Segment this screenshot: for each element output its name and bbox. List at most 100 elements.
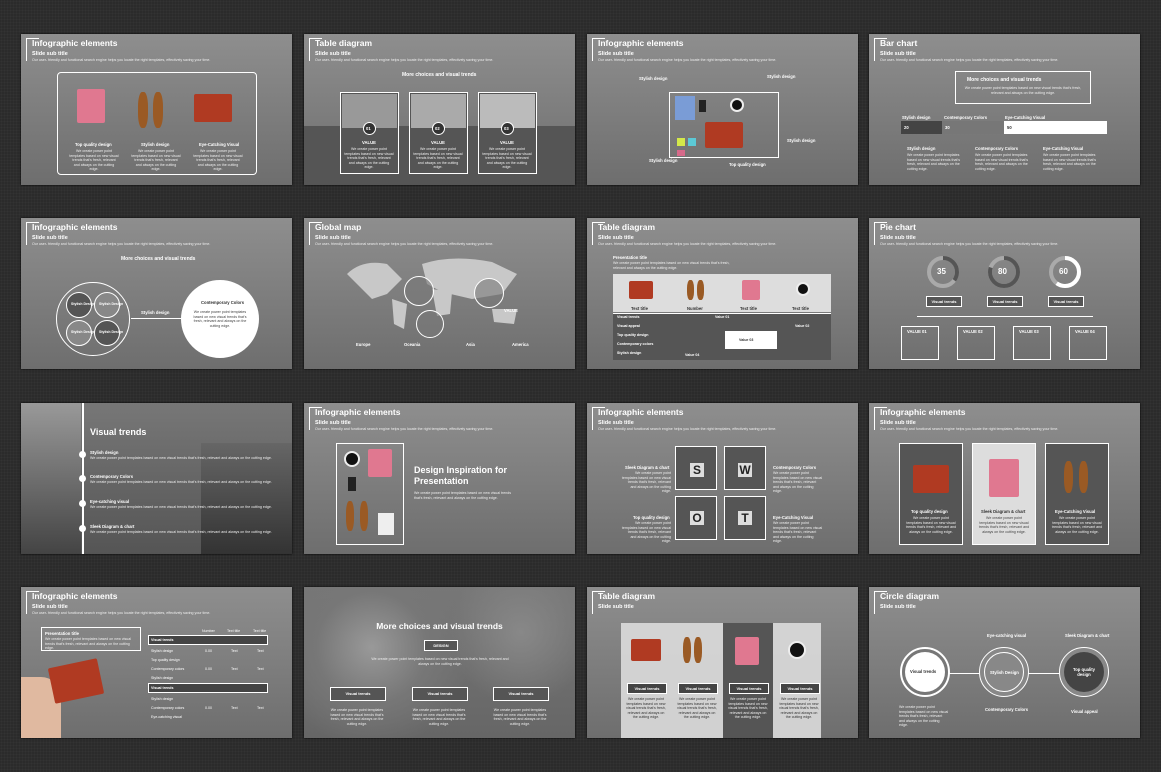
value-label: VALUE 04 [1075,329,1095,334]
row-label: Visual appeal [617,324,640,328]
slide-1[interactable]: Infographic elements Slide sub title Our… [21,34,292,185]
visual-trends-button[interactable]: Visual trends [1048,296,1084,307]
briefcase-icon [913,465,949,493]
col-header: Text title [792,306,809,311]
briefcase-icon [629,281,653,299]
slide-7[interactable]: Table diagram Slide sub title Our user- … [587,218,858,369]
row-label: Stylish design [151,697,174,701]
col-header: Text title [253,629,267,633]
shoe-icon [360,501,368,531]
slide-subtitle: Slide sub title [315,420,351,426]
slide-subtitle: Slide sub title [315,235,351,241]
outer-circle [56,282,130,356]
row-label: Stylish design [151,649,174,653]
slide-title: Global map [315,222,362,232]
col-title: Contemporary Colors [975,146,1019,151]
visual-trends-button[interactable]: Visual trends [987,296,1023,307]
value-label: VALUE 03 [1019,329,1039,334]
visual-trends-button[interactable]: Visual trends [926,296,962,307]
slide-title: Infographic elements [32,222,118,232]
shoe-icon [687,280,694,300]
badge-number: 01 [366,126,371,131]
swot-text: We create power point templates based on… [773,521,823,543]
slide-4[interactable]: Bar chart Slide sub title Our user- frie… [869,34,1140,185]
zoom-circle [416,310,444,338]
badge-number: 03 [504,126,509,131]
item-text: We create power point templates based on… [193,149,243,171]
slide-13[interactable]: Infographic elements Slide sub title Our… [21,587,292,738]
slide-6[interactable]: Global map Slide sub title Our user- fri… [304,218,575,369]
slide-14[interactable]: More choices and visual trends DESIGN We… [304,587,575,738]
slide-10[interactable]: Infographic elements Slide sub title Our… [304,403,575,554]
slide-description: Our user- friendly and functional search… [315,58,494,62]
card-text: We create power point templates based on… [978,516,1030,534]
visual-trends-button[interactable]: Visual trends [493,687,549,701]
circle-label: Stylish Design [71,302,96,306]
cell-text: Text [231,667,238,671]
connector-line [917,316,1093,317]
calculator-icon [378,513,394,535]
briefcase-icon [705,122,743,148]
visual-trends-button[interactable]: Visual trends [729,683,769,694]
item-label: Eye-Catching Visual [199,142,240,147]
slide-2[interactable]: Table diagram Slide sub title Our user- … [304,34,575,185]
coffee-cup-icon [344,451,360,467]
visual-trends-button[interactable]: Visual trends [627,683,667,694]
header: More choices and visual trends [121,256,196,262]
swot-label: Eye-Catching Visual [773,515,814,520]
slide-subtitle: Slide sub title [32,604,68,610]
button-text: We create power point templates based on… [412,708,466,726]
bar-label: Stylish design [902,115,931,120]
pie-value: 80 [998,267,1007,276]
slide-subtitle: Slide sub title [598,51,634,57]
visual-trends-button[interactable]: Visual trends [780,683,820,694]
phone-icon [348,477,356,491]
swot-label: Contemporary Colors [773,465,817,470]
presentation-text: We create power point templates based on… [613,261,730,270]
coffee-cup-icon [788,641,806,659]
slide-title: Bar chart [880,38,918,48]
slide-3[interactable]: Infographic elements Slide sub title Our… [587,34,858,185]
design-button[interactable]: DESIGN [424,640,458,651]
slide-5[interactable]: Infographic elements Slide sub title Our… [21,218,292,369]
swot-letter: S [690,463,704,477]
region-label: America [512,342,529,347]
slide-15[interactable]: Table diagram Slide sub title Visual tre… [587,587,858,738]
slide-description: Our user- friendly and functional search… [598,427,777,431]
circle-label: Stylish Design [99,302,124,306]
visual-trends-button[interactable]: Visual trends [678,683,718,694]
badge-number: 02 [435,126,440,131]
slide-subtitle: Slide sub title [880,604,916,610]
shirt-icon [735,637,759,665]
col-text: We create power point templates based on… [975,153,1029,171]
shoe-icon [1079,461,1088,493]
slide-16[interactable]: Circle diagram Slide sub title Visual tr… [869,587,1140,738]
shirt-icon [989,459,1019,497]
item-text: We create power point templates based on… [131,149,181,171]
cell-value: Value 01 [715,315,730,319]
visual-trends-button[interactable]: Visual trends [412,687,468,701]
slide-11[interactable]: Infographic elements Slide sub title Our… [587,403,858,554]
slide-description: Our user- friendly and functional search… [880,58,1059,62]
button-text: We create power point templates based on… [330,708,384,726]
swot-letter: T [738,511,752,525]
briefcase-icon [194,94,232,122]
slide-12[interactable]: Infographic elements Slide sub title Our… [869,403,1140,554]
label: Stylish design [767,74,796,79]
sticky-note-icon [688,138,696,146]
visual-trends-button[interactable]: Visual trends [330,687,386,701]
circle-text: We create power point templates based on… [899,705,949,727]
slide-title: Infographic elements [32,38,118,48]
swot-label: Top quality design [633,515,670,520]
shoe-icon [346,501,354,531]
slide-title: Table diagram [598,591,655,601]
region-label: Asia [466,342,475,347]
header: More choices and visual trends [402,72,477,78]
slide-title: Circle diagram [880,591,940,601]
timeline-label: Sleek Diagram & chart [90,524,135,529]
node-label: Sleek Diagram & chart [1065,633,1110,638]
slide-8[interactable]: Pie chart Slide sub title Our user- frie… [869,218,1140,369]
slide-subtitle: Slide sub title [880,420,916,426]
slide-9[interactable]: Visual trends Stylish design Contemporar… [21,403,292,554]
pie-chart-row [927,256,1081,288]
